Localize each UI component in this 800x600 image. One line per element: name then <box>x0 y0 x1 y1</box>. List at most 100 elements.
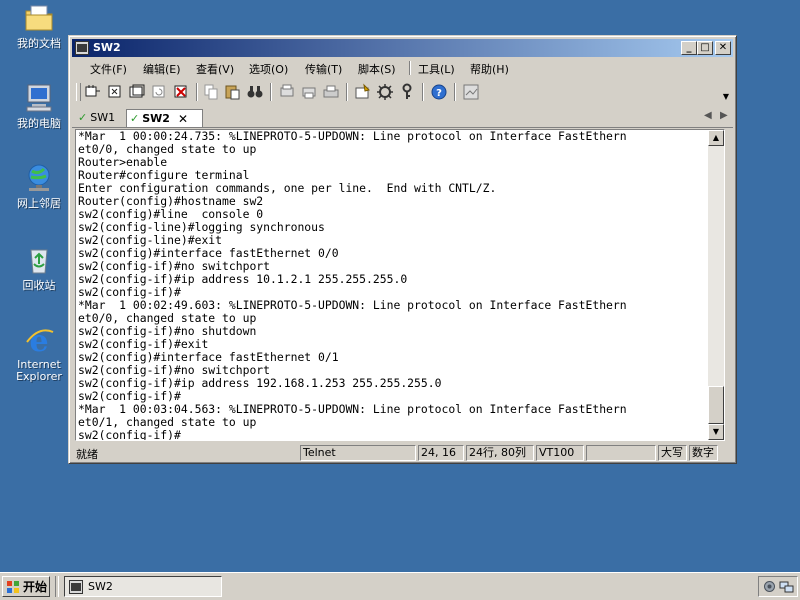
taskbar-separator <box>55 576 59 597</box>
quick-connect-icon <box>108 85 121 98</box>
copy-icon <box>204 84 218 100</box>
status-caps: 大写 <box>658 445 687 461</box>
toolbar-separator <box>454 83 456 101</box>
menu-file[interactable]: 文件(F) <box>90 61 127 77</box>
scroll-down-button[interactable]: ▼ <box>708 424 724 440</box>
gear-icon <box>377 84 393 100</box>
menu-bar: 文件(F) 编辑(E) 查看(V) 选项(O) 传输(T) 脚本(S) 工具(L… <box>72 58 733 78</box>
vertical-scrollbar[interactable]: ▲ ▼ <box>708 130 724 440</box>
menu-separator <box>409 61 411 75</box>
quick-connect-button[interactable] <box>106 83 124 101</box>
paste-icon <box>225 85 240 100</box>
toolbar-overflow-icon[interactable]: ▼ <box>723 92 729 101</box>
print-screen-icon <box>280 84 294 97</box>
svg-text:?: ? <box>436 88 442 99</box>
minimize-button[interactable]: _ <box>681 41 697 55</box>
start-button[interactable]: 开始 <box>2 576 50 597</box>
desktop-icon-recycle-bin[interactable]: 回收站 <box>8 244 70 292</box>
status-protocol: Telnet <box>300 445 416 461</box>
menu-options[interactable]: 选项(O) <box>249 61 288 77</box>
maximize-button[interactable]: □ <box>697 41 713 55</box>
securecrt-window: SW2 _ □ ✕ 文件(F) 编辑(E) 查看(V) 选项(O) 传输(T) … <box>68 35 737 464</box>
map-button[interactable] <box>462 83 480 101</box>
menu-help[interactable]: 帮助(H) <box>470 61 509 77</box>
terminal-output: *Mar 1 00:00:24.735: %LINEPROTO-5-UPDOWN… <box>78 130 710 440</box>
window-title: SW2 <box>93 41 121 54</box>
taskbar-item-label: SW2 <box>88 580 113 593</box>
tray-settings-icon[interactable] <box>762 579 777 594</box>
disconnect-icon <box>174 85 187 98</box>
tab-sw1[interactable]: ✓ SW1 <box>78 109 124 126</box>
status-bar: 就绪 Telnet 24, 16 24行, 80列 VT100 大写 数字 <box>72 445 733 462</box>
minimize-icon: _ <box>686 42 692 53</box>
start-label: 开始 <box>23 580 48 594</box>
menu-edit[interactable]: 编辑(E) <box>143 61 181 77</box>
app-icon <box>75 41 89 55</box>
menu-script[interactable]: 脚本(S) <box>358 61 396 77</box>
print-screen-button[interactable] <box>278 83 296 101</box>
help-button[interactable]: ? <box>430 83 448 101</box>
toolbar: ? ▼ <box>72 80 733 104</box>
global-options-button[interactable] <box>376 83 394 101</box>
tab-sw2[interactable]: ✓ SW2 ✕ <box>126 109 203 127</box>
find-button[interactable] <box>246 83 264 101</box>
arrow-up-icon: ▲ <box>712 133 720 142</box>
network-places-icon <box>23 162 55 194</box>
toolbar-separator <box>422 83 424 101</box>
status-blank <box>586 445 656 461</box>
scroll-up-button[interactable]: ▲ <box>708 130 724 146</box>
terminal-view[interactable]: *Mar 1 00:00:24.735: %LINEPROTO-5-UPDOWN… <box>75 129 725 441</box>
menu-view[interactable]: 查看(V) <box>196 61 234 77</box>
help-icon: ? <box>431 84 447 100</box>
taskbar: 开始 SW2 <box>0 572 800 600</box>
title-bar[interactable]: SW2 _ □ ✕ <box>72 39 733 57</box>
status-cursor: 24, 16 <box>418 445 464 461</box>
reconnect-button[interactable] <box>150 83 168 101</box>
paste-button[interactable] <box>224 83 242 101</box>
status-emulation: VT100 <box>536 445 584 461</box>
session-options-icon <box>355 83 370 99</box>
terminal-line: et0/0, changed state to up <box>78 142 257 156</box>
toolbar-separator <box>346 83 348 101</box>
tab-scroll-left-icon[interactable]: ◀ <box>704 110 712 121</box>
desktop-icon-label: 我的文档 <box>17 37 61 50</box>
connected-check-icon: ✓ <box>78 111 88 124</box>
tab-scroll-right-icon[interactable]: ▶ <box>720 110 728 121</box>
connect-tab-button[interactable] <box>128 83 146 101</box>
desktop-icon-network-places[interactable]: 网上邻居 <box>8 162 70 210</box>
disconnect-button[interactable] <box>172 83 190 101</box>
copy-button[interactable] <box>202 83 220 101</box>
recycle-bin-icon <box>23 244 55 276</box>
print-selection-button[interactable] <box>300 83 318 101</box>
toolbar-grip[interactable] <box>76 83 81 101</box>
menu-transfer[interactable]: 传输(T) <box>305 61 342 77</box>
print-selection-icon <box>302 87 316 99</box>
key-icon <box>402 83 412 99</box>
session-options-button[interactable] <box>354 83 372 101</box>
keymap-button[interactable] <box>398 83 416 101</box>
connect-tab-icon <box>129 84 145 98</box>
network-status-icon[interactable] <box>779 579 794 594</box>
toolbar-separator <box>270 83 272 101</box>
close-button[interactable]: ✕ <box>715 41 731 55</box>
tab-label: SW2 <box>142 112 170 125</box>
my-computer-icon <box>23 82 55 114</box>
map-icon <box>463 84 479 100</box>
app-icon <box>69 579 83 594</box>
internet-explorer-icon: e <box>23 324 55 359</box>
connected-check-icon: ✓ <box>130 112 140 125</box>
desktop-icon-my-computer[interactable]: 我的电脑 <box>8 82 70 130</box>
svg-text:e: e <box>29 324 48 356</box>
desktop-icon-label: Internet Explorer <box>16 358 62 383</box>
tab-close-icon[interactable]: ✕ <box>178 112 188 126</box>
windows-logo-icon <box>7 580 19 593</box>
tab-label: SW1 <box>90 111 116 124</box>
menu-tools[interactable]: 工具(L) <box>418 61 455 77</box>
scroll-thumb[interactable] <box>708 386 724 424</box>
desktop-icon-my-documents[interactable]: 我的文档 <box>8 2 70 50</box>
taskbar-item-sw2[interactable]: SW2 <box>64 576 222 597</box>
reconnect-icon <box>152 85 165 98</box>
print-button[interactable] <box>322 83 340 101</box>
connect-button[interactable] <box>84 83 102 101</box>
desktop-icon-internet-explorer[interactable]: e Internet Explorer <box>8 324 70 383</box>
